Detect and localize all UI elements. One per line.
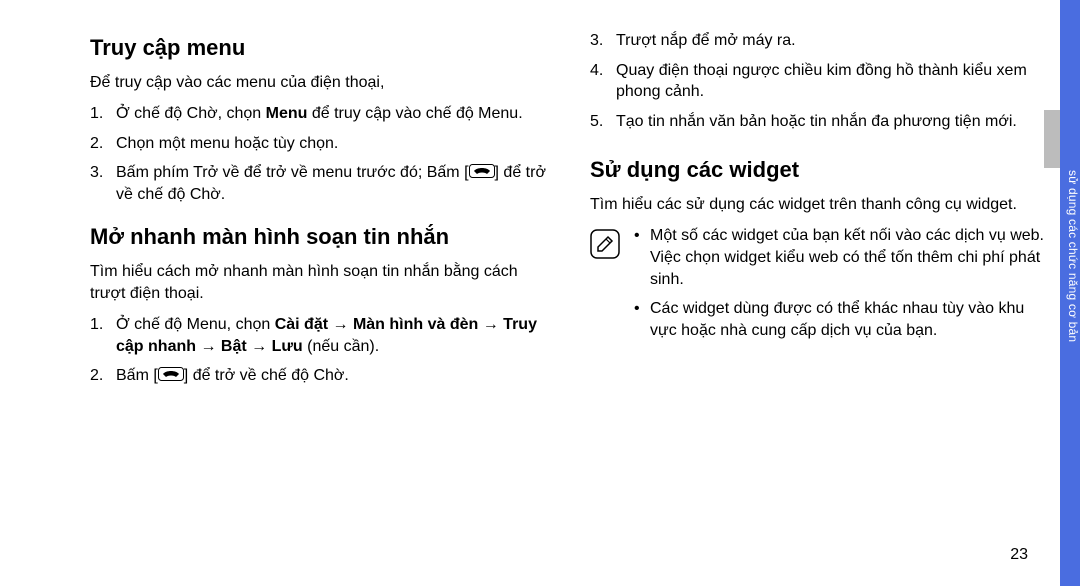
intro-quick-compose: Tìm hiểu cách mở nhanh màn hình soạn tin… — [90, 261, 550, 304]
list-quick-compose: 1. Ở chế độ Menu, chọn Cài đặt → Màn hìn… — [90, 314, 550, 387]
step-text-pre: Bấm phím Trở về để trở về menu trước đó;… — [116, 164, 469, 181]
page: sử dụng các chức năng cơ bản 23 Truy cập… — [0, 0, 1080, 586]
step-number: 3. — [90, 162, 103, 184]
step-number: 1. — [90, 103, 103, 125]
note-block: Một số các widget của bạn kết nối vào cá… — [590, 225, 1050, 349]
heading-access-menu: Truy cập menu — [90, 34, 550, 62]
heading-quick-compose: Mở nhanh màn hình soạn tin nhắn — [90, 223, 550, 251]
note-item-2: Các widget dùng được có thể khác nhau tù… — [634, 298, 1050, 341]
step-text: Tạo tin nhắn văn bản hoặc tin nhắn đa ph… — [616, 113, 1017, 130]
intro-access-menu: Để truy cập vào các menu của điện thoại, — [90, 72, 550, 94]
step-2: 2. Chọn một menu hoặc tùy chọn. — [90, 133, 550, 155]
column-right: 3. Trượt nắp để mở máy ra. 4. Quay điện … — [590, 30, 1050, 395]
step-5: 5. Tạo tin nhắn văn bản hoặc tin nhắn đa… — [590, 111, 1050, 133]
step-3: 3. Trượt nắp để mở máy ra. — [590, 30, 1050, 52]
step-text-pre: Bấm [ — [116, 367, 158, 384]
step-3: 3. Bấm phím Trở về để trở về menu trước … — [90, 162, 550, 205]
note-list: Một số các widget của bạn kết nối vào cá… — [634, 225, 1050, 349]
step-1: 1. Ở chế độ Chờ, chọn Menu để truy cập v… — [90, 103, 550, 125]
step-text-post: ] để trở về chế độ Chờ. — [184, 367, 349, 384]
intro-use-widgets: Tìm hiểu các sử dụng các widget trên tha… — [590, 194, 1050, 216]
column-left: Truy cập menu Để truy cập vào các menu c… — [90, 30, 550, 395]
step-number: 1. — [90, 314, 103, 336]
step-4: 4. Quay điện thoại ngược chiều kim đồng … — [590, 60, 1050, 103]
heading-use-widgets: Sử dụng các widget — [590, 156, 1050, 184]
pencil-note-icon — [590, 229, 620, 259]
step-number: 4. — [590, 60, 603, 82]
bold-menu: Menu — [266, 105, 308, 122]
step-text-pre: Ở chế độ Menu, chọn — [116, 316, 275, 333]
step-1: 1. Ở chế độ Menu, chọn Cài đặt → Màn hìn… — [90, 314, 550, 357]
step-2: 2. Bấm [ ] để trở về chế độ Chờ. — [90, 365, 550, 387]
step-text: Chọn một menu hoặc tùy chọn. — [116, 135, 338, 152]
note-item-1: Một số các widget của bạn kết nối vào cá… — [634, 225, 1050, 290]
step-number: 2. — [90, 133, 103, 155]
step-number: 2. — [90, 365, 103, 387]
content-columns: Truy cập menu Để truy cập vào các menu c… — [0, 0, 1080, 395]
list-access-menu: 1. Ở chế độ Chờ, chọn Menu để truy cập v… — [90, 103, 550, 205]
step-text-pre: Ở chế độ Chờ, chọn — [116, 105, 266, 122]
step-text-post: để truy cập vào chế độ Menu. — [307, 105, 522, 122]
end-call-icon — [469, 168, 495, 178]
step-text: Trượt nắp để mở máy ra. — [616, 32, 796, 49]
list-quick-compose-cont: 3. Trượt nắp để mở máy ra. 4. Quay điện … — [590, 30, 1050, 132]
page-number: 23 — [1010, 546, 1028, 564]
step-number: 3. — [590, 30, 603, 52]
end-call-icon — [158, 371, 184, 381]
step-text: Quay điện thoại ngược chiều kim đồng hồ … — [616, 62, 1027, 101]
step-number: 5. — [590, 111, 603, 133]
side-chapter-label: sử dụng các chức năng cơ bản — [1060, 170, 1080, 470]
step-text-post: (nếu cần). — [303, 338, 379, 355]
